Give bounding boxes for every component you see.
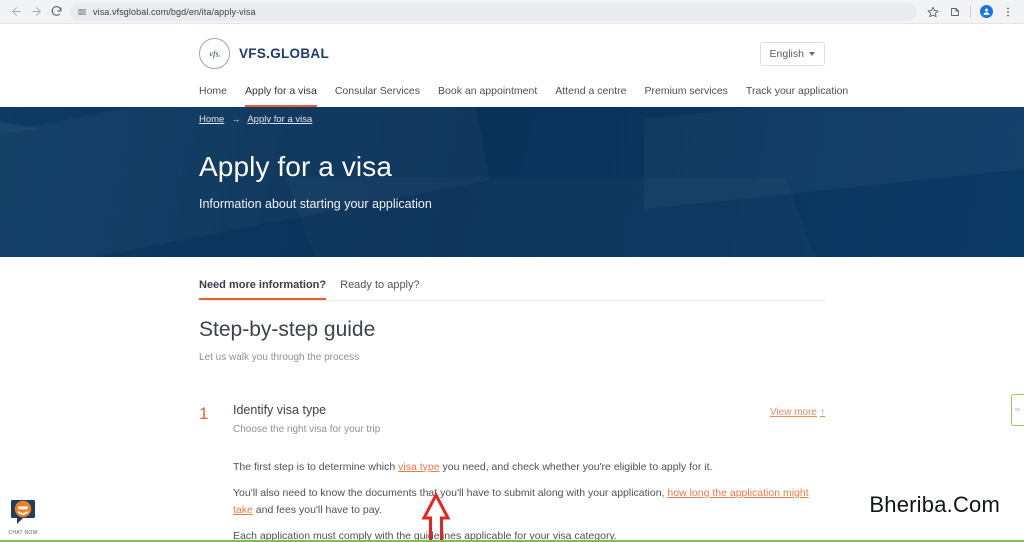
paragraph-1-part-a: The first step is to determine which bbox=[233, 460, 399, 473]
language-selector-label: English bbox=[769, 47, 804, 60]
arrow-up-icon: ↑ bbox=[820, 406, 825, 418]
nav-item-consular-services[interactable]: Consular Services bbox=[335, 85, 420, 107]
site-header: vfs. VFS.GLOBAL English Home Apply for a… bbox=[0, 24, 1024, 107]
step-description: The first step is to determine which vis… bbox=[233, 459, 825, 542]
chat-bot-icon bbox=[11, 500, 35, 524]
tab-ready-to-apply[interactable]: Ready to apply? bbox=[340, 279, 420, 300]
page-subtitle: Information about starting your applicat… bbox=[199, 196, 432, 211]
step-number: 1 bbox=[199, 403, 209, 423]
page-title: Apply for a visa bbox=[199, 150, 393, 182]
step-item-1: 1 Identify visa type Choose the right vi… bbox=[199, 403, 825, 435]
main-content: Need more information? Ready to apply? S… bbox=[199, 279, 825, 542]
brand-logo-group[interactable]: vfs. VFS.GLOBAL bbox=[199, 38, 329, 69]
side-sticky-widget[interactable] bbox=[1011, 394, 1024, 426]
watermark: Bheriba.Com bbox=[869, 492, 1000, 517]
toolbar-divider bbox=[970, 5, 971, 18]
brand-name: VFS.GLOBAL bbox=[239, 46, 329, 61]
nav-item-home[interactable]: Home bbox=[199, 85, 227, 107]
tab-need-more-information[interactable]: Need more information? bbox=[199, 279, 327, 300]
nav-item-premium-services[interactable]: Premium services bbox=[644, 85, 727, 107]
hero-banner: Home → Apply for a visa Apply for a visa… bbox=[0, 106, 1024, 257]
extensions-icon[interactable] bbox=[945, 2, 965, 22]
nav-item-apply-for-a-visa[interactable]: Apply for a visa bbox=[245, 85, 317, 107]
back-icon[interactable] bbox=[6, 2, 26, 22]
view-more-label: View more bbox=[769, 406, 817, 418]
visa-type-link[interactable]: visa type bbox=[398, 461, 439, 473]
bookmark-star-icon[interactable] bbox=[923, 2, 943, 22]
paragraph-1-part-b: you need, and check whether you're eligi… bbox=[439, 460, 713, 473]
breadcrumb-separator-icon: → bbox=[231, 114, 241, 125]
page-viewport: vfs. VFS.GLOBAL English Home Apply for a… bbox=[0, 24, 1024, 542]
paragraph-2: You'll also need to know the documents t… bbox=[233, 485, 825, 519]
breadcrumb-item-home[interactable]: Home bbox=[199, 114, 224, 125]
reload-icon[interactable] bbox=[46, 2, 66, 22]
main-navigation: Home Apply for a visa Consular Services … bbox=[199, 85, 848, 107]
breadcrumb-item-current[interactable]: Apply for a visa bbox=[247, 114, 312, 125]
language-selector[interactable]: English bbox=[759, 41, 825, 66]
step-title: Identify visa type bbox=[233, 402, 327, 417]
chat-now-label: CHAT NOW bbox=[8, 530, 38, 536]
nav-item-book-an-appointment[interactable]: Book an appointment bbox=[438, 85, 537, 107]
step-subtitle: Choose the right visa for your trip bbox=[233, 423, 381, 435]
profile-avatar-icon[interactable] bbox=[976, 2, 996, 22]
paragraph-1: The first step is to determine which vis… bbox=[233, 459, 825, 476]
paragraph-2-part-b: and fees you'll have to pay. bbox=[252, 503, 382, 516]
paragraph-2-part-a: You'll also need to know the documents t… bbox=[233, 486, 668, 499]
breadcrumb: Home → Apply for a visa bbox=[199, 114, 825, 125]
guide-subtitle: Let us walk you through the process bbox=[199, 351, 360, 363]
vfs-logo-icon: vfs. bbox=[199, 38, 230, 69]
svg-text:vfs.: vfs. bbox=[209, 49, 221, 59]
browser-toolbar: visa.vfsglobal.com/bgd/en/ita/apply-visa bbox=[0, 0, 1024, 24]
nav-item-track-your-application[interactable]: Track your application bbox=[746, 85, 848, 107]
guide-title: Step-by-step guide bbox=[199, 317, 376, 341]
address-bar[interactable]: visa.vfsglobal.com/bgd/en/ita/apply-visa bbox=[70, 2, 917, 21]
browser-menu-icon[interactable] bbox=[998, 2, 1018, 22]
browser-toolbar-actions bbox=[923, 2, 1018, 22]
chat-now-widget[interactable]: CHAT NOW bbox=[2, 497, 44, 536]
nav-item-attend-a-centre[interactable]: Attend a centre bbox=[555, 85, 626, 107]
site-info-icon[interactable] bbox=[77, 7, 87, 17]
content-tabs: Need more information? Ready to apply? bbox=[199, 279, 825, 301]
forward-icon[interactable] bbox=[26, 2, 46, 22]
url-text: visa.vfsglobal.com/bgd/en/ita/apply-visa bbox=[93, 6, 256, 17]
chevron-down-icon bbox=[809, 51, 815, 56]
view-more-link[interactable]: View more ↑ bbox=[770, 407, 825, 418]
